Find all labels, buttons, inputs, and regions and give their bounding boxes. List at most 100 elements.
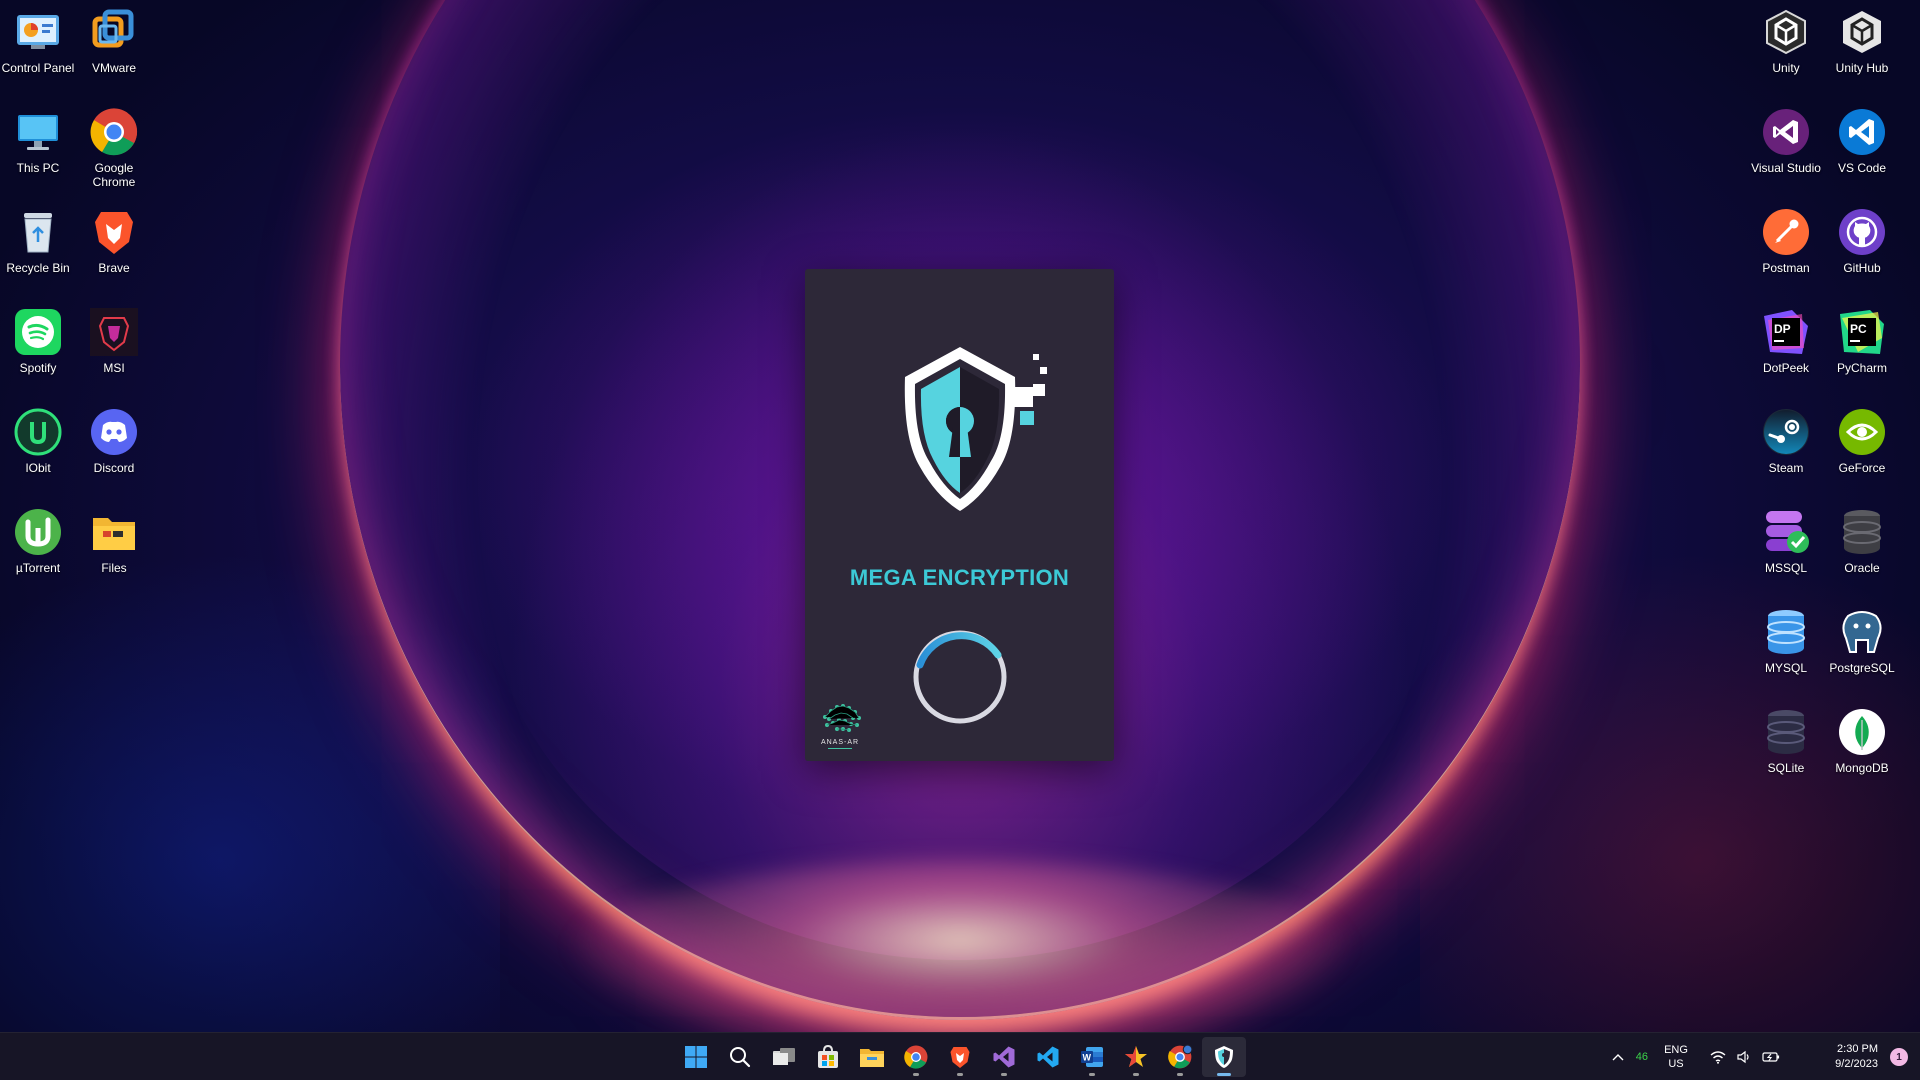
desktop-icon-iobit[interactable]: IObit [0, 400, 76, 496]
discord-icon [90, 408, 138, 456]
task-view-button[interactable] [762, 1037, 806, 1077]
taskbar-mega-encryption-button[interactable] [1202, 1037, 1246, 1077]
desktop-icon-label: Spotify [19, 361, 57, 375]
desktop-icon-files[interactable]: Files [76, 500, 152, 596]
desktop-icon-label: Recycle Bin [6, 261, 70, 275]
anas-ar-brand: ANAS-AR [811, 699, 869, 755]
desktop-icon-brave[interactable]: Brave [76, 200, 152, 296]
svg-text:DP: DP [1774, 322, 1791, 336]
clock[interactable]: 2:30 PM 9/2/2023 [1798, 1042, 1878, 1072]
running-indicator [913, 1073, 919, 1076]
files-icon [90, 508, 138, 556]
volume-icon [1737, 1050, 1749, 1064]
wifi-icon [1710, 1051, 1726, 1064]
visual-studio-icon [993, 1046, 1015, 1068]
desktop-icon-label: Visual Studio [1751, 161, 1821, 175]
mssql-icon [1762, 508, 1810, 556]
start-icon [685, 1046, 707, 1068]
desktop-icon-label: SQLite [1767, 761, 1805, 775]
desktop-icon-dotpeek[interactable]: DP DotPeek [1748, 300, 1824, 396]
desktop-icon-label: MSSQL [1764, 561, 1807, 575]
desktop-icon-oracle[interactable]: Oracle [1824, 500, 1900, 596]
store-icon [818, 1045, 838, 1068]
desktop-icon-recycle-bin[interactable]: Recycle Bin [0, 200, 76, 296]
brand-underline [828, 748, 852, 749]
iobit-icon [14, 408, 62, 456]
taskbar-chrome-dev-button[interactable] [1158, 1037, 1202, 1077]
desktop-icon-unity-hub[interactable]: Unity Hub [1824, 0, 1900, 96]
desktop-icon-vmware[interactable]: VMware [76, 0, 152, 96]
desktop-icon-label: VS Code [1837, 161, 1887, 175]
desktop-icon-postgresql[interactable]: PostgreSQL [1824, 600, 1900, 696]
taskbar-chrome-button[interactable] [894, 1037, 938, 1077]
desktop-icon-discord[interactable]: Discord [76, 400, 152, 496]
unity-hub-icon [1838, 8, 1886, 56]
shield-keyhole-logo-icon [904, 347, 1047, 511]
taskbar-brave-button[interactable] [938, 1037, 982, 1077]
desktop-icon-label: Discord [93, 461, 135, 475]
desktop-icon-unity[interactable]: Unity [1748, 0, 1824, 96]
desktop-icon-label: Postman [1762, 261, 1810, 275]
desktop-icon-this-pc[interactable]: This PC [0, 100, 76, 196]
file-explorer-icon [860, 1049, 884, 1067]
utorrent-icon [14, 508, 62, 556]
desktop-icon-spotify[interactable]: Spotify [0, 300, 76, 396]
temperature-indicator[interactable]: 46 [1636, 1051, 1648, 1063]
desktop-icon-label: PostgreSQL [1829, 661, 1895, 675]
desktop-icon-mssql[interactable]: MSSQL [1748, 500, 1824, 596]
file-explorer-button[interactable] [850, 1037, 894, 1077]
chrome-icon [904, 1045, 928, 1069]
mega-encryption-splash-window: MEGA ENCRYPTION ANAS-AR [805, 269, 1114, 761]
desktop-icon-mongodb[interactable]: MongoDB [1824, 700, 1900, 796]
desktop-icon-github[interactable]: GitHub [1824, 200, 1900, 296]
desktop-icon-label: DotPeek [1762, 361, 1810, 375]
geforce-icon [1838, 408, 1886, 456]
postman-icon [1762, 208, 1810, 256]
desktop-icon-geforce[interactable]: GeForce [1824, 400, 1900, 496]
desktop-icon-postman[interactable]: Postman [1748, 200, 1824, 296]
notification-badge[interactable]: 1 [1890, 1048, 1908, 1066]
svg-text:W: W [1083, 1053, 1092, 1063]
desktop-icon-google-chrome[interactable]: Google Chrome [76, 100, 152, 196]
taskbar-visual-studio-button[interactable] [982, 1037, 1026, 1077]
vscode-icon [1037, 1046, 1059, 1068]
taskbar-vscode-button[interactable] [1026, 1037, 1070, 1077]
language-indicator[interactable]: ENG US [1656, 1043, 1696, 1071]
desktop-icon-label: Unity [1772, 61, 1800, 75]
language-region: US [1668, 1058, 1684, 1070]
this-pc-icon [14, 108, 62, 156]
desktop-icon-control-panel[interactable]: Control Panel [0, 0, 76, 96]
show-hidden-icons-button[interactable] [1608, 1033, 1628, 1080]
github-icon [1838, 208, 1886, 256]
desktop-icon-vs-code[interactable]: VS Code [1824, 100, 1900, 196]
desktop-icon-visual-studio[interactable]: Visual Studio [1748, 100, 1824, 196]
star-app-icon [1125, 1046, 1147, 1067]
brave-icon [950, 1047, 970, 1068]
taskbar-word-button[interactable]: W [1070, 1037, 1114, 1077]
clock-date: 9/2/2023 [1835, 1058, 1878, 1070]
desktop-icon-pycharm[interactable]: PC PyCharm [1824, 300, 1900, 396]
store-button[interactable] [806, 1037, 850, 1077]
desktop-icon-label: PyCharm [1836, 361, 1887, 375]
quick-settings-button[interactable] [1710, 1050, 1780, 1064]
desktop-icon-label: Oracle [1844, 561, 1880, 575]
taskbar-star-app-button[interactable] [1114, 1037, 1158, 1077]
chrome-dev-icon [1168, 1044, 1193, 1069]
pycharm-icon: PC [1838, 308, 1886, 356]
search-button[interactable] [718, 1037, 762, 1077]
desktop-icon-label: Google Chrome [92, 161, 136, 189]
desktop-icon-mysql[interactable]: MYSQL [1748, 600, 1824, 696]
steam-icon [1762, 408, 1810, 456]
desktop-icon-steam[interactable]: Steam [1748, 400, 1824, 496]
desktop-icon-label: MYSQL [1764, 661, 1807, 675]
start-button[interactable] [674, 1037, 718, 1077]
clock-time: 2:30 PM [1837, 1043, 1878, 1055]
desktop-icon-utorrent[interactable]: µTorrent [0, 500, 76, 596]
chevron-up-icon [1612, 1054, 1624, 1061]
chrome-icon [90, 108, 138, 156]
desktop-icon-sqlite[interactable]: SQLite [1748, 700, 1824, 796]
running-indicator [1177, 1073, 1183, 1076]
desktop-icon-label: Control Panel [1, 61, 75, 75]
desktop-icon-label: Files [101, 561, 127, 575]
desktop-icon-msi[interactable]: MSI [76, 300, 152, 396]
